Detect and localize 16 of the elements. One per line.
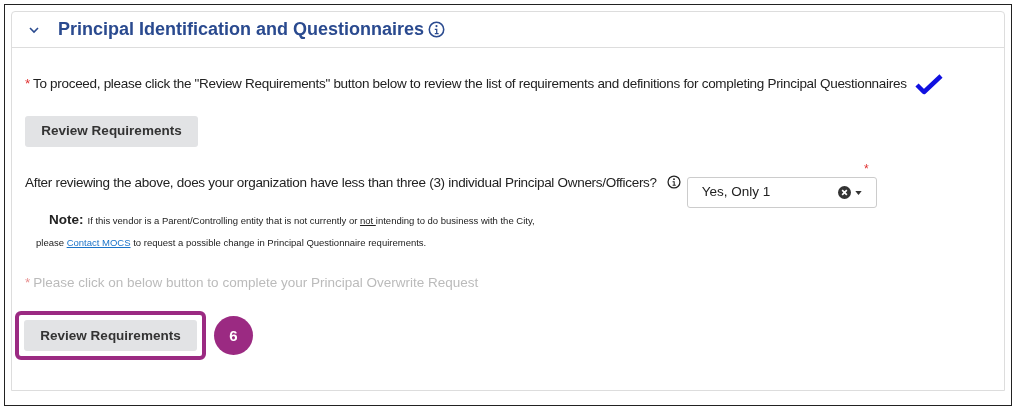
info-icon bbox=[428, 21, 446, 38]
step-badge: 6 bbox=[214, 316, 253, 356]
answer-select[interactable]: Yes, Only 1 bbox=[686, 177, 877, 208]
review-requirements-button[interactable]: Review Requirements bbox=[24, 320, 197, 352]
required-marker: * bbox=[864, 163, 869, 175]
contact-link[interactable]: Contact MOCS bbox=[66, 237, 131, 248]
question-label: After reviewing the above, does your organization have less than three (3) individual Principal Owners/Officers? bbox=[25, 174, 657, 192]
clear-icon[interactable] bbox=[837, 186, 851, 199]
note-text: Note: If this vendor is a Parent/Controlling entity that is not currently or not intending to do business with the City, bbox=[48, 211, 536, 229]
overwrite-instruction: * Please click on below button to complete your Principal Overwrite Request bbox=[25, 274, 480, 292]
review-requirements-button[interactable]: Review Requirements bbox=[25, 116, 198, 147]
caret-icon[interactable] bbox=[854, 190, 862, 195]
instruction-text: * To proceed, please click the "Review Requirements" button below to review the list of requirements and definitions for completing Principal Questionnaires bbox=[25, 74, 907, 93]
section-title: Principal Identification and Questionnaires bbox=[58, 18, 425, 41]
info-icon bbox=[666, 175, 681, 189]
note-text: please Contact MOCS to request a possible change in Principal Questionnaire requirements. bbox=[36, 236, 428, 250]
